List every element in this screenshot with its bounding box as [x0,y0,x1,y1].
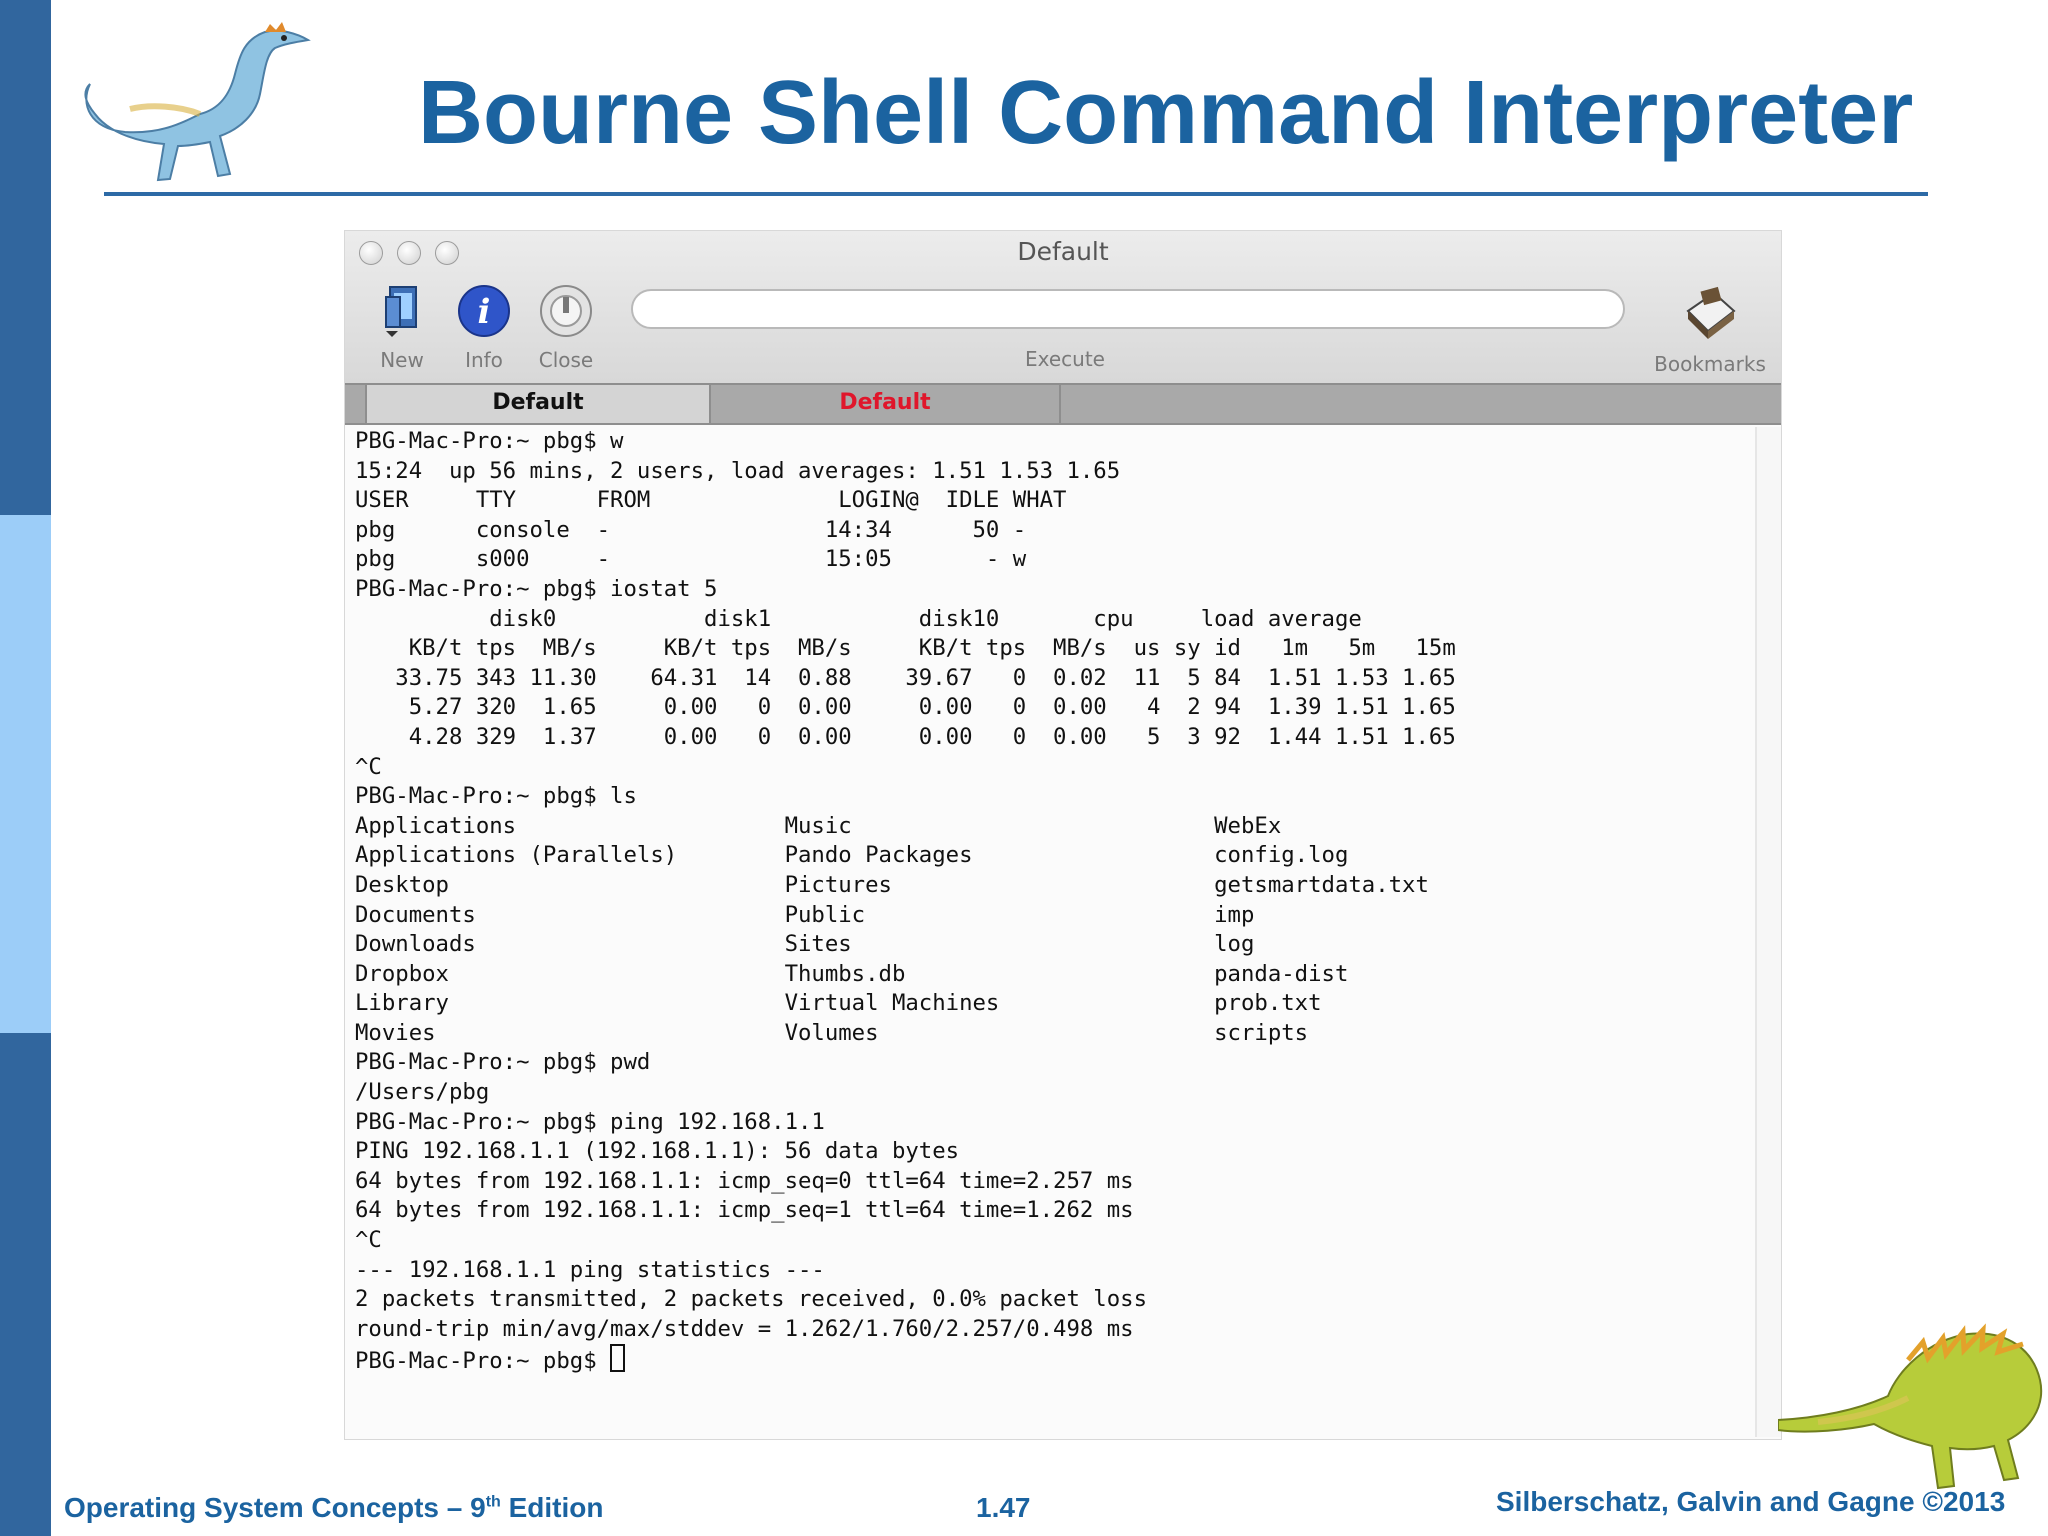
footer-book-title: Operating System Concepts – 9th Edition [64,1492,603,1524]
new-button-label: New [380,348,424,372]
footer-book-title-text: Operating System Concepts – 9 [64,1492,486,1523]
terminal-line: round-trip min/avg/max/stddev = 1.262/1.… [355,1315,1134,1342]
terminal-line: 15:24 up 56 mins, 2 users, load averages… [355,457,1121,484]
terminal-line: 5.27 320 1.65 0.00 0 0.00 0.00 0 0.00 4 … [355,694,1456,721]
new-button[interactable]: New [357,283,447,372]
close-tab-button[interactable]: Close [521,283,611,372]
dinosaur-mascot-icon [1778,1323,2043,1490]
execute-command-input[interactable] [631,289,1625,329]
terminal-line: Movies Volumes scripts [355,1019,1309,1046]
bookmarks-button-label: Bookmarks [1654,352,1766,376]
terminal-line: Applications (Parallels) Pando Packages … [355,842,1349,869]
terminal-line: --- 192.168.1.1 ping statistics --- [355,1256,825,1283]
terminal-line: 64 bytes from 192.168.1.1: icmp_seq=1 tt… [355,1197,1134,1224]
terminal-line: 33.75 343 11.30 64.31 14 0.88 39.67 0 0.… [355,664,1456,691]
terminal-line: 4.28 329 1.37 0.00 0 0.00 0.00 0 0.00 5 … [355,723,1456,750]
execute-label: Execute [1025,347,1105,371]
terminal-line: KB/t tps MB/s KB/t tps MB/s KB/t tps MB/… [355,635,1456,662]
window-titlebar: Default New i Info Close Execute Bookmar… [345,231,1781,383]
terminal-line: ^C [355,753,382,780]
terminal-line: 2 packets transmitted, 2 packets receive… [355,1286,1148,1313]
terminal-cursor [610,1344,626,1373]
terminal-scrollbar[interactable] [1755,427,1781,1437]
terminal-line: Dropbox Thumbs.db panda-dist [355,960,1349,987]
terminal-line: pbg s000 - 15:05 - w [355,546,1027,573]
slide-title: Bourne Shell Command Interpreter [418,63,1914,163]
svg-text:i: i [478,292,491,332]
side-stripe-middle [0,515,51,1033]
tab-bar: Default Default [345,383,1781,425]
terminal-line: Documents Public imp [355,901,1255,928]
terminal-line: Applications Music WebEx [355,812,1282,839]
close-button-label: Close [538,348,594,372]
info-button-label: Info [465,348,503,372]
terminal-line: PING 192.168.1.1 (192.168.1.1): 56 data … [355,1138,960,1165]
footer-edition-superscript: th [485,1493,501,1511]
footer-edition-text: Edition [500,1492,604,1523]
terminal-output[interactable]: PBG-Mac-Pro:~ pbg$ w 15:24 up 56 mins, 2 … [355,427,1735,1427]
terminal-line: PBG-Mac-Pro:~ pbg$ pwd [355,1049,651,1076]
dinosaur-logo-icon [84,22,311,182]
terminal-line: PBG-Mac-Pro:~ pbg$ [355,1344,1735,1374]
terminal-line: PBG-Mac-Pro:~ pbg$ ping 192.168.1.1 [355,1108,825,1135]
terminal-line: PBG-Mac-Pro:~ pbg$ ls [355,783,637,810]
terminal-line: PBG-Mac-Pro:~ pbg$ w [355,428,624,454]
footer-authors: Silberschatz, Galvin and Gagne ©2013 [1496,1486,2006,1517]
terminal-line: Desktop Pictures getsmartdata.txt [355,871,1429,898]
terminal-window: Default New i Info Close Execute Bookmar… [344,230,1782,1440]
bookmarks-button[interactable]: Bookmarks [1645,281,1775,376]
close-switch-icon [540,285,592,337]
terminal-line: USER TTY FROM LOGIN@ IDLE WHAT [355,487,1067,514]
tab-default-active[interactable]: Default [365,385,711,423]
terminal-line: /Users/pbg [355,1079,490,1106]
info-button[interactable]: i Info [439,283,529,372]
terminal-line: disk0 disk1 disk10 cpu load average [355,605,1362,632]
info-icon: i [458,285,510,337]
terminal-line: Downloads Sites log [355,931,1255,958]
new-window-icon [385,286,417,337]
tab-default-inactive[interactable]: Default [711,385,1061,423]
terminal-line: Library Virtual Machines prob.txt [355,990,1322,1017]
terminal-line: pbg console - 14:34 50 - [355,516,1027,543]
bookmarks-icon [1686,286,1736,339]
side-stripe-top [0,0,51,515]
side-stripe-bottom [0,1033,51,1536]
terminal-line: 64 bytes from 192.168.1.1: icmp_seq=0 tt… [355,1167,1134,1194]
terminal-line: PBG-Mac-Pro:~ pbg$ iostat 5 [355,575,718,602]
terminal-line: ^C [355,1227,382,1254]
title-divider [104,192,1928,196]
slide-number: 1.47 [976,1492,1031,1523]
window-title: Default [1017,237,1109,266]
